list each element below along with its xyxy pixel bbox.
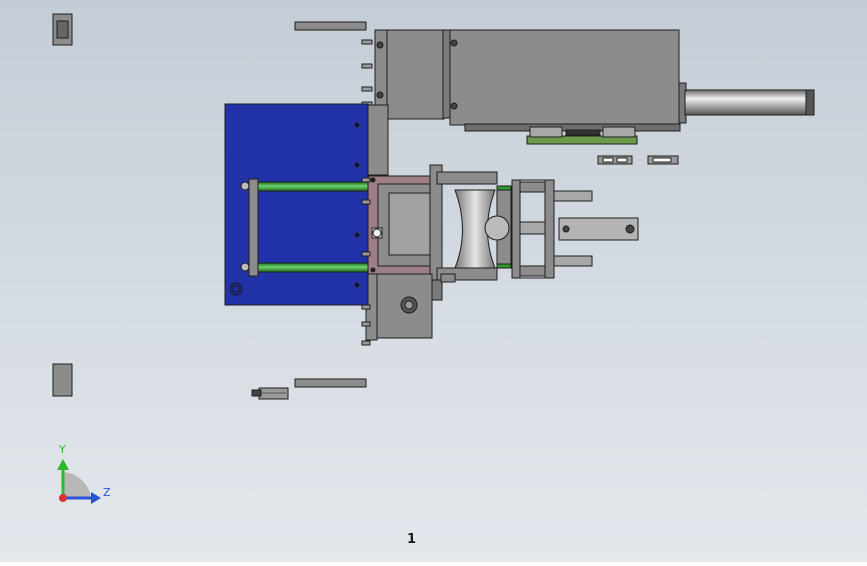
loose-strip-bottom	[294, 378, 367, 388]
assembly-drawing	[0, 0, 867, 562]
loose-strip-top	[294, 21, 367, 31]
triad-x-axis	[59, 494, 67, 502]
motor-body	[442, 29, 681, 132]
loose-block-bottom-left	[52, 363, 73, 397]
linear-rail	[526, 126, 638, 145]
clamp-block	[367, 175, 439, 275]
cad-viewport[interactable]: Y Z 1	[0, 0, 867, 562]
sheet-number-label: 1	[407, 532, 417, 547]
triad-y-label: Y	[59, 443, 66, 456]
loose-clip-2	[647, 155, 679, 165]
loose-bracket-top-left	[52, 13, 73, 46]
base-plate	[224, 103, 369, 306]
loose-clip-1	[597, 155, 633, 165]
triad-z-label: Z	[103, 486, 111, 499]
